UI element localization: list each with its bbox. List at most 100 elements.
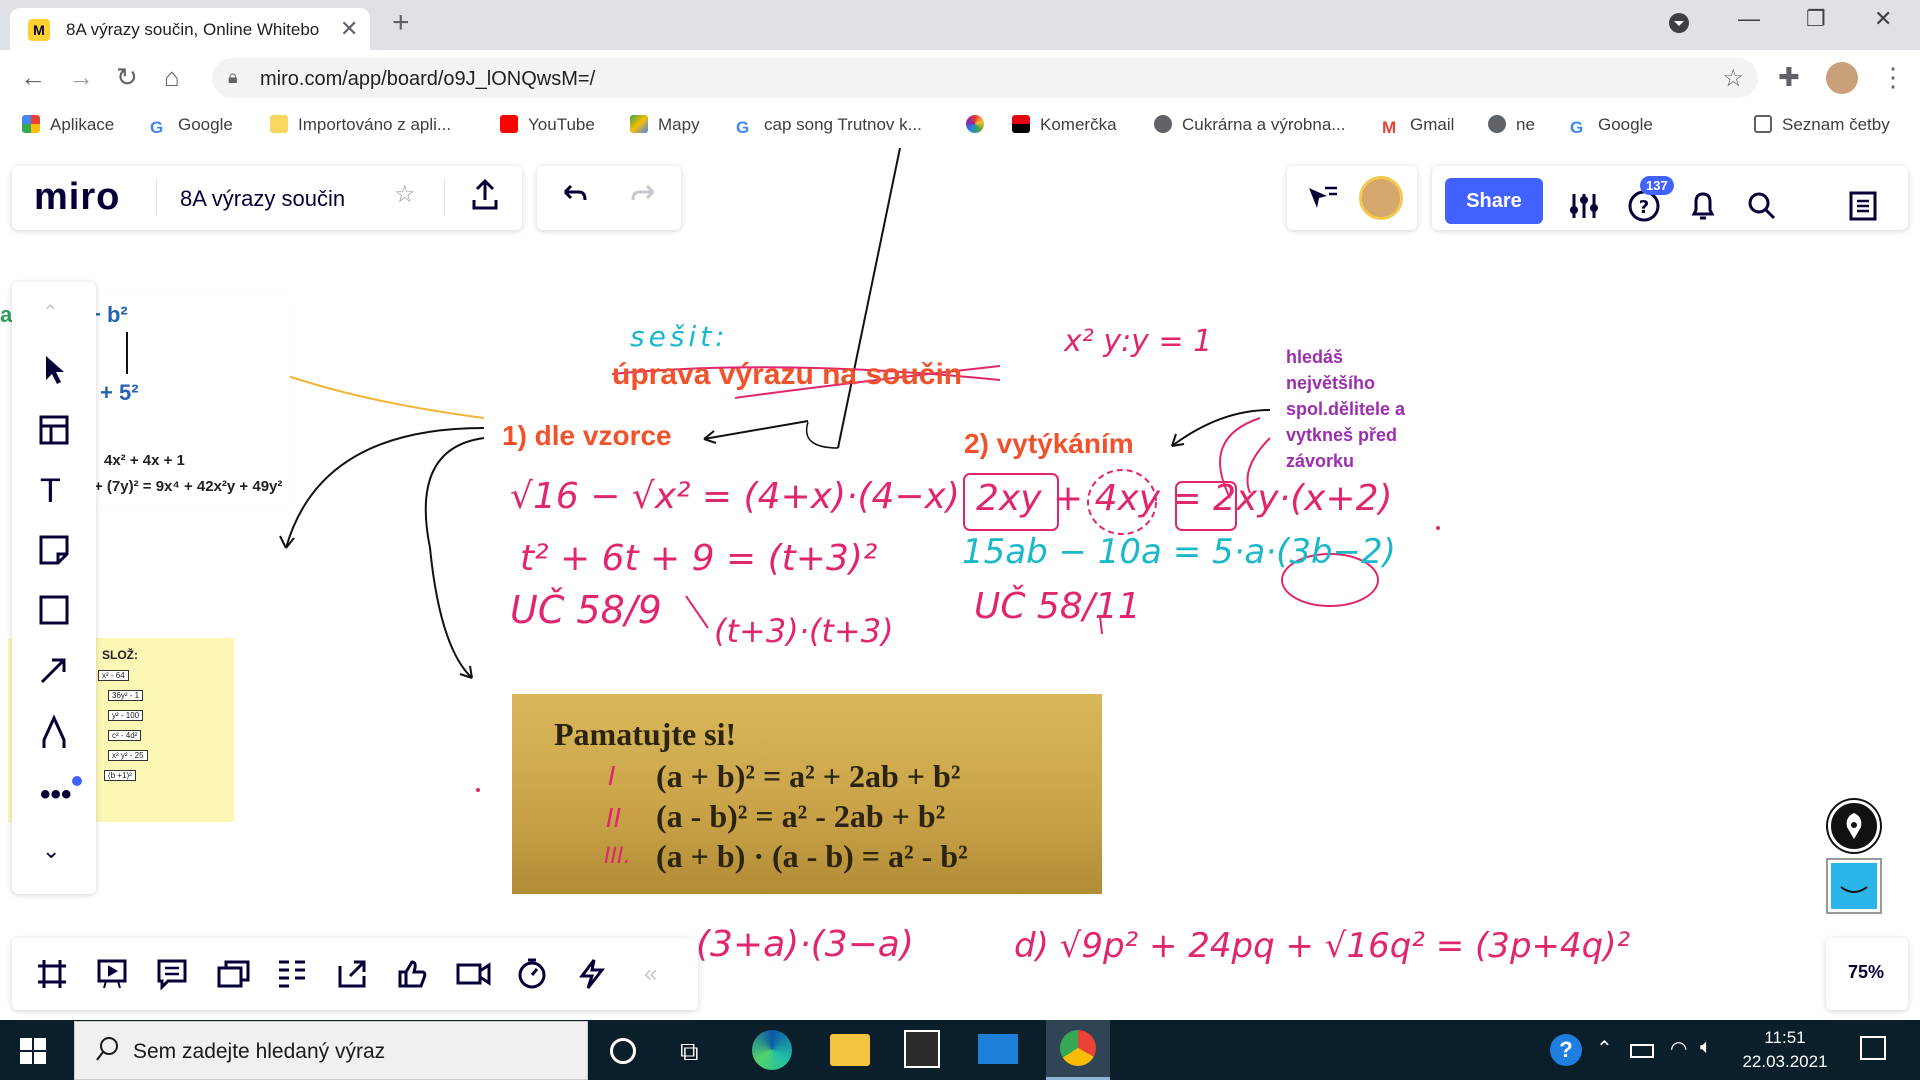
voting-thumbs-up-icon[interactable] [396, 958, 428, 990]
bell-icon[interactable] [1688, 190, 1718, 222]
bookmark-google-2[interactable]: G Google [1570, 115, 1653, 137]
more-tools-icon[interactable]: ••• [40, 778, 72, 812]
left-toolbar: ⌃ T ••• ⌄ [12, 282, 96, 894]
volume-icon[interactable]: 🔈︎ [1700, 1036, 1712, 1059]
templates-icon[interactable] [38, 414, 70, 446]
task-view-icon[interactable]: ⧉ [680, 1036, 699, 1068]
store-icon[interactable] [904, 1030, 940, 1068]
export-upload-icon[interactable] [470, 178, 500, 212]
cursor-filter-icon[interactable] [1305, 182, 1339, 214]
share-button[interactable]: Share [1445, 178, 1543, 224]
remember-image[interactable]: Pamatujte si! I (a + b)² = a² + 2ab + b²… [512, 694, 1102, 894]
sticky-title: SLOŽ: [102, 648, 138, 662]
pen-tool-icon[interactable] [38, 714, 70, 750]
profile-avatar[interactable] [1826, 62, 1858, 94]
windows-start-icon[interactable] [20, 1038, 46, 1064]
tab-search-icon[interactable] [1668, 12, 1690, 34]
hint-text: hledáš největšího spol.dělitele a vytkne… [1286, 347, 1406, 471]
star-icon[interactable]: ☆ [394, 180, 416, 209]
m2-line1: 2xy + 4xy = 2xy·(x+2) [976, 478, 1393, 519]
edge-browser-icon[interactable] [752, 1030, 792, 1070]
timer-icon[interactable] [516, 958, 548, 990]
cards-icon[interactable] [216, 958, 252, 990]
maximize-button[interactable]: ❐ [1806, 6, 1826, 32]
kanban-icon[interactable] [276, 958, 308, 990]
wifi-icon[interactable]: ◠ [1670, 1036, 1687, 1061]
file-explorer-icon[interactable] [830, 1034, 870, 1066]
browser-tab[interactable]: M 8A výrazy součin, Online Whitebo ✕ [10, 8, 370, 50]
bookmark-google[interactable]: G Google [150, 115, 233, 137]
taskbar-clock[interactable]: 11:51 22.03.2021 [1730, 1026, 1840, 1074]
bookmark-maps[interactable]: Mapy [630, 115, 700, 135]
pen-widget-icon[interactable] [1828, 800, 1880, 852]
shape-rectangle-icon[interactable] [38, 594, 70, 626]
tray-chevron-icon[interactable]: ⌃ [1596, 1036, 1613, 1061]
lightning-icon[interactable] [578, 958, 606, 990]
board-menu-icon[interactable] [1848, 190, 1878, 222]
bookmark-cap-song[interactable]: Gcap song Trutnov k... [736, 115, 922, 137]
miro-logo[interactable]: miro [34, 176, 120, 219]
reload-button[interactable]: ↻ [116, 62, 138, 93]
lock-icon[interactable]: 🔒︎ [228, 67, 238, 88]
undo-icon[interactable] [557, 180, 589, 212]
share-screen-icon[interactable] [336, 958, 368, 990]
m1-line3: UČ 58/9 [510, 588, 662, 632]
bookmark-ne[interactable]: ne [1488, 115, 1535, 135]
home-button[interactable]: ⌂ [164, 62, 180, 93]
back-button[interactable]: ← [20, 62, 46, 93]
minimize-button[interactable]: — [1738, 6, 1760, 32]
comments-icon[interactable] [156, 958, 188, 990]
frames-icon[interactable] [36, 958, 68, 990]
expand-down-icon[interactable]: ⌄ [42, 838, 60, 864]
board-name[interactable]: 8A výrazy součin [180, 186, 345, 212]
action-center-icon[interactable] [1860, 1036, 1886, 1060]
text-tool-icon[interactable]: T [40, 472, 61, 511]
close-window-button[interactable]: ✕ [1874, 6, 1892, 32]
extensions-icon[interactable]: ✚ [1778, 62, 1800, 93]
zoom-level[interactable]: 75% [1848, 962, 1884, 983]
settings-sliders-icon[interactable] [1568, 190, 1600, 222]
remember-formula-2: (a - b)² = a² - 2ab + b² [656, 798, 946, 834]
cortana-icon[interactable] [610, 1038, 636, 1064]
bookmark-gmail[interactable]: M Gmail [1382, 115, 1454, 137]
url-text[interactable]: miro.com/app/board/o9J_lONQwsM=/ [260, 68, 595, 91]
address-bar[interactable]: 🔒︎ miro.com/app/board/o9J_lONQwsM=/ ☆ [212, 58, 1758, 98]
zoom-panel[interactable]: 75% [1826, 938, 1908, 1010]
bookmark-apps[interactable]: Aplikace [22, 115, 114, 135]
bottom-toolbar: « [12, 938, 698, 1010]
mail-icon[interactable] [978, 1034, 1018, 1064]
video-call-icon[interactable] [456, 958, 492, 990]
connection-line-icon[interactable] [38, 654, 70, 686]
chrome-menu-icon[interactable]: ⋮ [1880, 62, 1906, 93]
bookmark-komercka[interactable]: Komerčka [1012, 115, 1117, 135]
user-avatar[interactable] [1359, 176, 1403, 220]
method-1-heading: 1) dle vzorce [502, 420, 672, 451]
bookmark-imported[interactable]: Importováno z apli... [270, 115, 451, 135]
bookmark-star-icon[interactable]: ☆ [1722, 64, 1744, 93]
new-tab-button[interactable]: + [392, 6, 410, 40]
collapse-up-icon[interactable]: ⌃ [42, 300, 59, 325]
sticky-item: c² - 4d² [108, 730, 142, 741]
sticky-item: x² y² - 25 [108, 750, 148, 761]
sticky-item: (b +1)² [104, 770, 136, 781]
m2-line2: 15ab − 10a = 5·a·(3b−2) [962, 532, 1396, 572]
chat-widget-icon[interactable] [1828, 860, 1880, 912]
tab-close-icon[interactable]: ✕ [340, 16, 358, 42]
reading-list[interactable]: Seznam četby [1754, 115, 1890, 135]
bookmark-youtube[interactable]: YouTube [500, 115, 595, 135]
bookmark-cukrarna[interactable]: Cukrárna a výrobna... [1154, 115, 1345, 135]
select-cursor-icon[interactable] [40, 354, 68, 386]
collapse-toolbar-icon[interactable]: « [644, 960, 657, 988]
chrome-taskbar-button[interactable] [1046, 1020, 1110, 1080]
search-icon [95, 1036, 121, 1064]
help-tray-icon[interactable]: ? [1550, 1034, 1582, 1066]
sticky-note-icon[interactable] [38, 534, 70, 566]
miro-board-canvas[interactable]: + b² a + 5² 4x² + 4x + 1 + (7y)² = 9x⁴ +… [0, 148, 1920, 1020]
redo-icon[interactable] [629, 180, 661, 212]
forward-button[interactable]: → [68, 62, 94, 93]
taskbar-search-input[interactable]: Sem zadejte hledaný výraz [74, 1021, 588, 1080]
bookmark-hex[interactable] [966, 115, 994, 135]
battery-icon[interactable] [1630, 1044, 1654, 1058]
presentation-icon[interactable] [96, 958, 128, 990]
search-icon[interactable] [1746, 190, 1778, 222]
